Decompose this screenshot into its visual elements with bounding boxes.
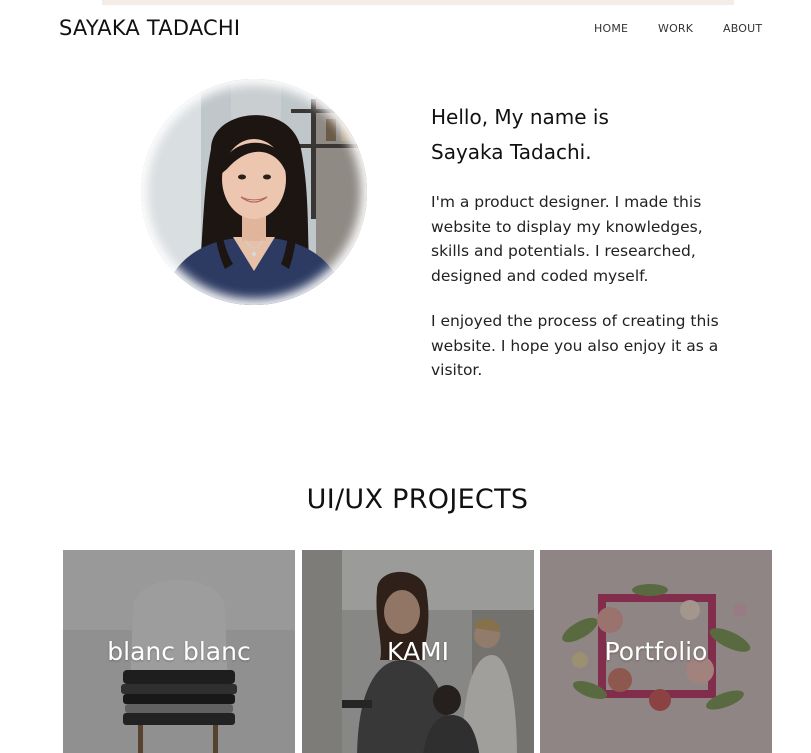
projects-section-title: UI/UX PROJECTS [306, 484, 529, 515]
main-nav: HOME WORK ABOUT [0, 22, 811, 38]
intro-paragraph-2: I enjoyed the process of creating this w… [431, 312, 719, 379]
profile-photo [141, 79, 367, 305]
intro-heading: Hello, My name is Sayaka Tadachi. [431, 100, 731, 170]
top-strip [102, 0, 734, 5]
project-card-label: KAMI [387, 637, 449, 666]
project-card-label: blanc blanc [107, 637, 251, 666]
intro-paragraph-1: I'm a product designer. I made this webs… [431, 193, 703, 285]
nav-work-link[interactable]: WORK [658, 22, 693, 35]
project-card-portfolio[interactable]: Portfolio [540, 550, 772, 753]
nav-home-link[interactable]: HOME [594, 22, 628, 35]
project-card-kami[interactable]: KAMI [302, 550, 534, 753]
nav-about-link[interactable]: ABOUT [723, 22, 762, 35]
project-card-blanc-blanc[interactable]: blanc blanc [63, 550, 295, 753]
intro-heading-line2: Sayaka Tadachi. [431, 140, 592, 164]
project-card-label: Portfolio [604, 637, 708, 666]
intro-heading-line1: Hello, My name is [431, 105, 609, 129]
page: SAYAKA TADACHI HOME WORK ABOUT Hello, My… [0, 0, 811, 753]
